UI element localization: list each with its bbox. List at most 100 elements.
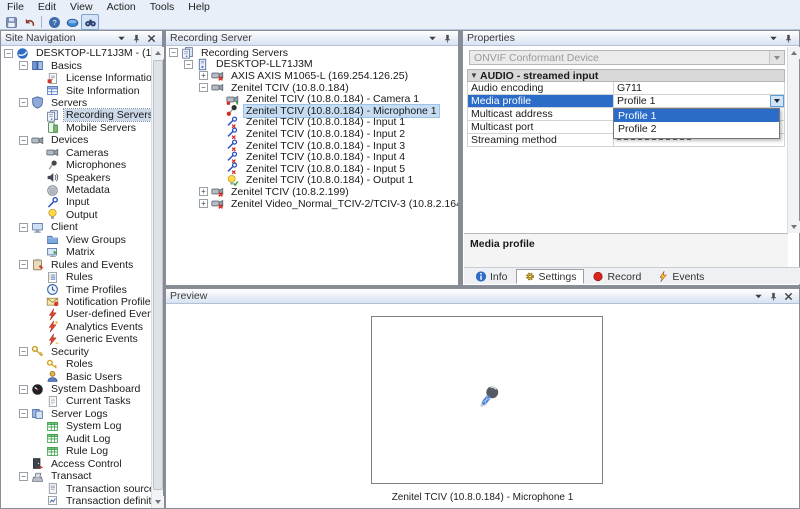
expander-icon[interactable]: − xyxy=(184,60,193,69)
sidebar-item-alarms[interactable]: +Alarms xyxy=(2,507,151,508)
sidebar-item-server-logs[interactable]: −Server Logs xyxy=(2,408,151,420)
device-item-zenitel-tciv-10-8-0-184-input-5[interactable]: Zenitel TCIV (10.8.0.184) - Input 5 xyxy=(167,163,458,175)
sidebar-item-recording-servers[interactable]: Recording Servers xyxy=(2,109,151,121)
dropdown-option-profile-1[interactable]: Profile 1 xyxy=(614,109,779,122)
pin-icon[interactable] xyxy=(767,291,780,302)
property-value[interactable]: Profile 1 xyxy=(614,95,784,107)
device-item-zenitel-video-normal-tciv-2-tciv-3-10-8-2-164[interactable]: +Zenitel Video_Normal_TCIV-2/TCIV-3 (10.… xyxy=(167,198,458,210)
sidebar-item-rule-log[interactable]: Rule Log xyxy=(2,445,151,457)
device-item-recording-servers[interactable]: −Recording Servers xyxy=(167,47,458,59)
section-header[interactable]: ▼ AUDIO - streamed input xyxy=(467,69,785,82)
expander-icon[interactable]: − xyxy=(19,136,28,145)
sidebar-item-analytics-events[interactable]: Analytics Events xyxy=(2,321,151,333)
expander-icon[interactable]: − xyxy=(4,49,13,58)
menu-item-help[interactable]: Help xyxy=(181,1,217,13)
save-icon[interactable] xyxy=(2,14,20,30)
device-item-zenitel-tciv-10-8-0-184-input-2[interactable]: Zenitel TCIV (10.8.0.184) - Input 2 xyxy=(167,128,458,140)
device-item-zenitel-tciv-10-8-0-184-microphone-1[interactable]: Zenitel TCIV (10.8.0.184) - Microphone 1 xyxy=(167,105,458,117)
undo-icon[interactable] xyxy=(20,14,38,30)
device-item-zenitel-tciv-10-8-0-184-camera-1[interactable]: Zenitel TCIV (10.8.0.184) - Camera 1 xyxy=(167,93,458,105)
tab-events[interactable]: Events xyxy=(649,269,712,284)
pin-icon[interactable] xyxy=(782,33,795,44)
sidebar-item-output[interactable]: Output xyxy=(2,209,151,221)
tab-info[interactable]: Info xyxy=(467,269,516,284)
sidebar-item-metadata[interactable]: Metadata xyxy=(2,184,151,196)
sidebar-item-cameras[interactable]: Cameras xyxy=(2,147,151,159)
expander-icon[interactable]: + xyxy=(199,71,208,80)
scrollbar-thumb[interactable] xyxy=(153,60,163,490)
sidebar-item-license-information[interactable]: License Information xyxy=(2,72,151,84)
device-item-desktop-ll71j3m[interactable]: −DESKTOP-LL71J3M xyxy=(167,59,458,71)
sidebar-item-roles[interactable]: Roles xyxy=(2,358,151,370)
expander-icon[interactable]: − xyxy=(19,61,28,70)
sidebar-item-transaction-definitions[interactable]: Transaction definitions xyxy=(2,495,151,507)
expander-icon[interactable]: + xyxy=(199,199,208,208)
properties-scrollbar[interactable] xyxy=(787,47,799,233)
expander-icon[interactable]: − xyxy=(169,48,178,57)
chevron-down-icon[interactable] xyxy=(767,33,780,44)
close-icon[interactable] xyxy=(145,33,158,44)
pin-icon[interactable] xyxy=(130,33,143,44)
sidebar-item-view-groups[interactable]: View Groups xyxy=(2,234,151,246)
device-selector-combo[interactable]: ONVIF Conformant Device xyxy=(469,50,785,65)
expander-icon[interactable]: − xyxy=(19,409,28,418)
sidebar-item-current-tasks[interactable]: Current Tasks xyxy=(2,395,151,407)
sidebar-item-matrix[interactable]: Matrix xyxy=(2,246,151,258)
sidebar-item-site-information[interactable]: Site Information xyxy=(2,84,151,96)
sidebar-item-servers[interactable]: −Servers xyxy=(2,97,151,109)
scroll-up-arrow[interactable] xyxy=(788,47,800,59)
property-row-media-profile[interactable]: Media profileProfile 1 xyxy=(467,95,785,108)
menu-item-view[interactable]: View xyxy=(63,1,100,13)
chevron-down-icon[interactable] xyxy=(752,291,765,302)
menu-item-file[interactable]: File xyxy=(0,1,31,13)
sidebar-item-speakers[interactable]: Speakers xyxy=(2,171,151,183)
sidebar-item-transact[interactable]: −Transact xyxy=(2,470,151,482)
find-icon[interactable] xyxy=(81,14,99,30)
sidebar-item-security[interactable]: −Security xyxy=(2,346,151,358)
expander-icon[interactable]: + xyxy=(199,187,208,196)
expander-icon[interactable]: − xyxy=(19,385,28,394)
sidebar-item-system-dashboard[interactable]: −System Dashboard xyxy=(2,383,151,395)
device-item-zenitel-tciv-10-8-2-199[interactable]: +Zenitel TCIV (10.8.2.199) xyxy=(167,186,458,198)
device-item-zenitel-tciv-10-8-0-184-input-3[interactable]: Zenitel TCIV (10.8.0.184) - Input 3 xyxy=(167,140,458,152)
sidebar-item-microphones[interactable]: Microphones xyxy=(2,159,151,171)
website-icon[interactable] xyxy=(63,14,81,30)
scroll-up-arrow[interactable] xyxy=(152,47,164,59)
sidebar-item-mobile-servers[interactable]: Mobile Servers xyxy=(2,122,151,134)
sidebar-item-input[interactable]: Input xyxy=(2,196,151,208)
sidebar-scrollbar[interactable] xyxy=(151,47,163,508)
close-icon[interactable] xyxy=(782,291,795,302)
sidebar-item-system-log[interactable]: System Log xyxy=(2,420,151,432)
sidebar-item-rules-and-events[interactable]: −Rules and Events xyxy=(2,258,151,270)
property-value[interactable]: G711 xyxy=(614,82,784,94)
menu-item-tools[interactable]: Tools xyxy=(143,1,182,13)
sidebar-item-audit-log[interactable]: Audit Log xyxy=(2,433,151,445)
sidebar-item-time-profiles[interactable]: Time Profiles xyxy=(2,283,151,295)
expander-icon[interactable]: − xyxy=(19,347,28,356)
device-item-zenitel-tciv-10-8-0-184-input-4[interactable]: Zenitel TCIV (10.8.0.184) - Input 4 xyxy=(167,151,458,163)
expander-icon[interactable]: − xyxy=(199,83,208,92)
chevron-down-icon[interactable] xyxy=(426,33,439,44)
chevron-down-icon[interactable] xyxy=(115,33,128,44)
dropdown-option-profile-2[interactable]: Profile 2 xyxy=(614,122,779,135)
expander-icon[interactable]: − xyxy=(19,260,28,269)
sidebar-item-user-defined-events[interactable]: User-defined Events xyxy=(2,308,151,320)
section-collapse-icon[interactable]: ▼ xyxy=(468,71,480,80)
expander-icon[interactable]: − xyxy=(19,223,28,232)
sidebar-item-devices[interactable]: −Devices xyxy=(2,134,151,146)
device-item-axis-axis-m1065-l-169-254-126-25[interactable]: +AXIS AXIS M1065-L (169.254.126.25) xyxy=(167,70,458,82)
expander-icon[interactable]: − xyxy=(19,98,28,107)
sidebar-item-access-control[interactable]: Access Control xyxy=(2,457,151,469)
sidebar-item-transaction-sources[interactable]: Transaction sources xyxy=(2,482,151,494)
device-item-zenitel-tciv-10-8-0-184-input-1[interactable]: Zenitel TCIV (10.8.0.184) - Input 1 xyxy=(167,117,458,129)
device-item-zenitel-tciv-10-8-0-184-output-1[interactable]: Zenitel TCIV (10.8.0.184) - Output 1 xyxy=(167,175,458,187)
sidebar-item-rules[interactable]: Rules xyxy=(2,271,151,283)
property-row-audio-encoding[interactable]: Audio encodingG711 xyxy=(467,82,785,95)
menu-item-edit[interactable]: Edit xyxy=(31,1,63,13)
device-item-zenitel-tciv-10-8-0-184[interactable]: −Zenitel TCIV (10.8.0.184) xyxy=(167,82,458,94)
pin-icon[interactable] xyxy=(441,33,454,44)
sidebar-item-generic-events[interactable]: Generic Events xyxy=(2,333,151,345)
combo-chevron-icon[interactable] xyxy=(770,95,784,107)
sidebar-item-notification-profiles[interactable]: Notification Profiles xyxy=(2,296,151,308)
scroll-down-arrow[interactable] xyxy=(152,496,164,508)
